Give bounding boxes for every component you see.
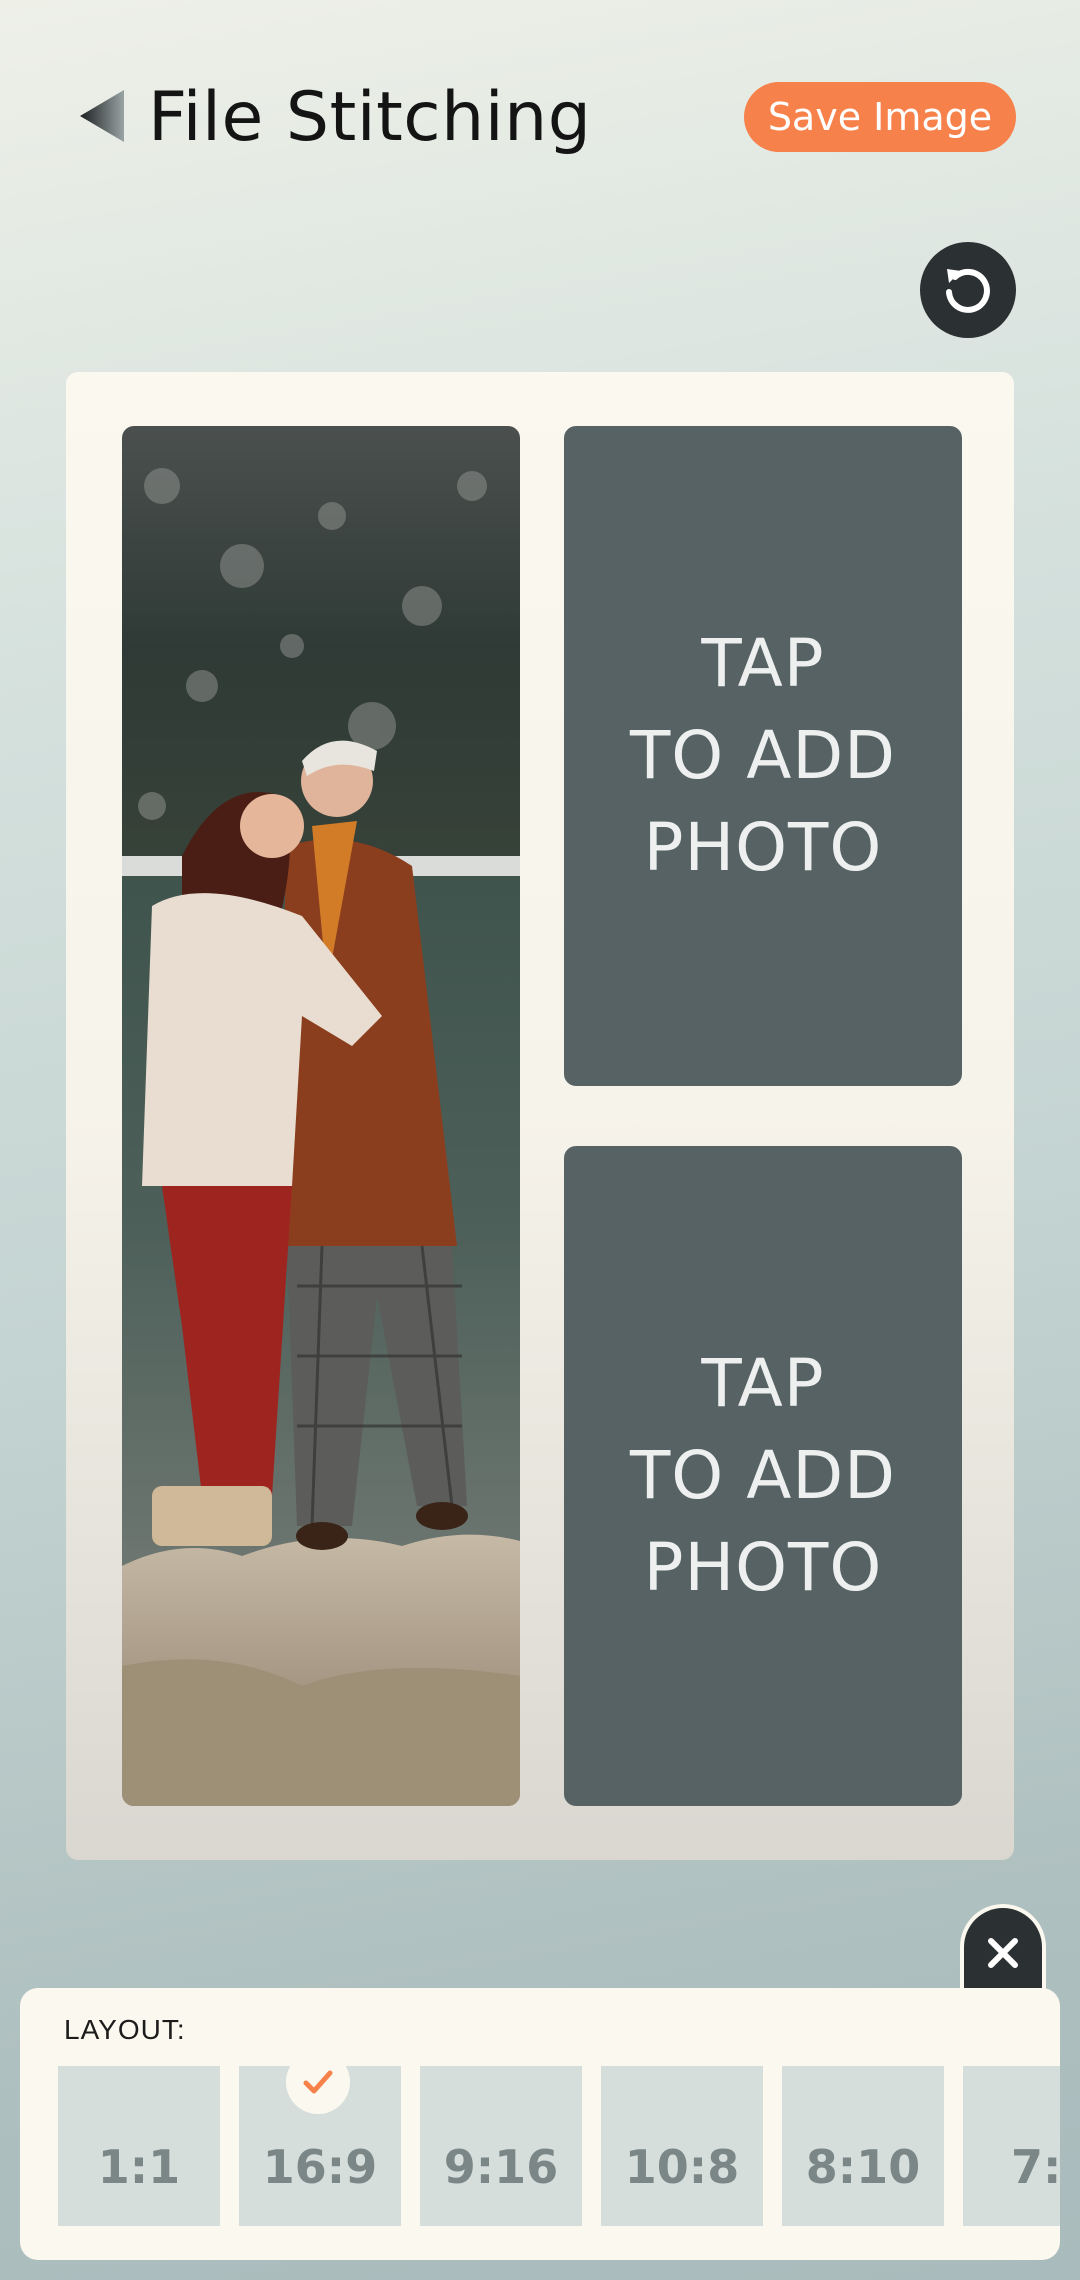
layout-option-9-16[interactable]: 9:16 bbox=[420, 2066, 582, 2226]
layout-option-1-1[interactable]: 1:1 bbox=[58, 2066, 220, 2226]
layout-option-7-5[interactable]: 7:5 bbox=[963, 2066, 1060, 2226]
add-photo-slot[interactable]: TAP TO ADD PHOTO bbox=[564, 426, 962, 1086]
photo-slot-filled[interactable] bbox=[122, 426, 520, 1806]
rotate-ccw-icon bbox=[946, 268, 990, 313]
reset-button[interactable] bbox=[920, 242, 1016, 338]
layout-panel: LAYOUT: 1:1 16:9 9:16 10:8 8:10 7:5 bbox=[20, 1988, 1060, 2260]
layout-option-8-10[interactable]: 8:10 bbox=[782, 2066, 944, 2226]
check-icon bbox=[303, 2070, 333, 2094]
page-title: File Stitching bbox=[148, 78, 592, 157]
header-bar: File Stitching Save Image bbox=[0, 0, 1080, 240]
close-icon bbox=[988, 1938, 1018, 1968]
layout-option-10-8[interactable]: 10:8 bbox=[601, 2066, 763, 2226]
save-image-button[interactable]: Save Image bbox=[744, 82, 1016, 152]
couple-photo bbox=[122, 426, 520, 1806]
back-button[interactable] bbox=[72, 84, 132, 148]
close-panel-button[interactable] bbox=[960, 1904, 1046, 1990]
selected-check-badge bbox=[286, 2050, 350, 2114]
layout-label: LAYOUT: bbox=[64, 2014, 186, 2045]
add-photo-slot[interactable]: TAP TO ADD PHOTO bbox=[564, 1146, 962, 1806]
back-triangle-icon bbox=[80, 90, 124, 142]
layout-options: 1:1 16:9 9:16 10:8 8:10 7:5 bbox=[58, 2066, 1060, 2226]
